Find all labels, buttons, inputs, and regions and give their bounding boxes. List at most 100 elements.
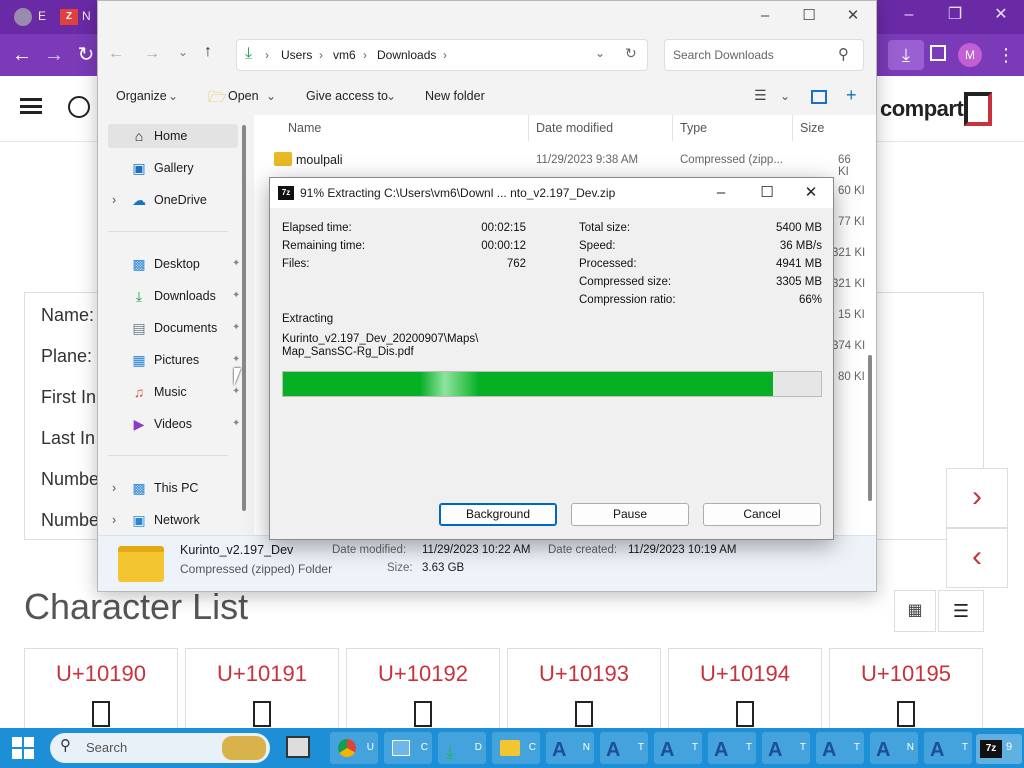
- breadcrumb-downloads[interactable]: Downloads: [377, 48, 436, 62]
- download-icon[interactable]: ⤓: [888, 40, 924, 70]
- refresh-icon[interactable]: ↻: [625, 45, 637, 62]
- column-header-type[interactable]: Type: [680, 121, 707, 135]
- globe-icon[interactable]: [68, 96, 90, 118]
- address-bar[interactable]: ⤓ › Users › vm6 › Downloads › ⌄ ↻: [236, 39, 648, 71]
- character-card[interactable]: U+10194: [668, 648, 822, 730]
- organize-menu[interactable]: Organize: [116, 89, 167, 103]
- sidebar-toggle-icon[interactable]: [930, 45, 946, 61]
- tab-label[interactable]: N: [82, 9, 91, 23]
- column-header-name[interactable]: Name: [288, 121, 321, 135]
- start-tile: [12, 737, 22, 747]
- new-folder-button[interactable]: New folder: [425, 89, 485, 103]
- profile-avatar[interactable]: M: [958, 43, 982, 67]
- taskbar-app-font-viewer[interactable]: AT: [654, 732, 702, 764]
- expand-chevron-icon[interactable]: ›: [112, 188, 116, 212]
- next-button[interactable]: ›: [946, 468, 1008, 528]
- character-card[interactable]: U+10195: [829, 648, 983, 730]
- taskbar-app-font-viewer[interactable]: AN: [870, 732, 918, 764]
- pin-icon[interactable]: ✦: [232, 284, 240, 308]
- previous-button[interactable]: ‹: [946, 528, 1008, 588]
- file-list-scrollbar[interactable]: [868, 355, 872, 501]
- nav-item-network[interactable]: › ▣ Network: [108, 508, 238, 532]
- add-icon[interactable]: +: [846, 85, 857, 106]
- taskbar-app-font-viewer[interactable]: AT: [816, 732, 864, 764]
- nav-scrollbar[interactable]: [242, 125, 246, 511]
- nav-item-downloads[interactable]: ⤓ Downloads ✦: [108, 284, 241, 308]
- folder-open-icon: 🗁: [208, 89, 227, 106]
- stat-label: Total size:: [579, 222, 631, 234]
- character-card[interactable]: U+10190: [24, 648, 178, 730]
- up-arrow-icon[interactable]: ↑: [204, 43, 212, 61]
- taskbar-app-font-viewer[interactable]: AT: [762, 732, 810, 764]
- nav-item-gallery[interactable]: ▣ Gallery: [108, 156, 238, 180]
- nav-item-home[interactable]: ⌂ Home: [108, 124, 238, 148]
- site-logo[interactable]: compart: [880, 96, 964, 122]
- taskbar-app-font-viewer[interactable]: AT: [600, 732, 648, 764]
- forward-arrow-icon[interactable]: →: [38, 34, 70, 76]
- recent-chevron-icon[interactable]: ⌄: [178, 45, 188, 59]
- nav-item-desktop[interactable]: ▩ Desktop ✦: [108, 252, 240, 276]
- taskbar-app-font-viewer[interactable]: AN: [546, 732, 594, 764]
- chevron-down-icon[interactable]: ⌄: [595, 46, 605, 60]
- expand-chevron-icon[interactable]: ›: [112, 508, 116, 532]
- expand-chevron-icon[interactable]: ›: [112, 476, 116, 500]
- file-size: 321 KI: [832, 278, 866, 290]
- taskbar-app-explorer[interactable]: C: [492, 732, 540, 764]
- forward-arrow-icon[interactable]: →: [144, 45, 160, 63]
- cancel-button[interactable]: Cancel: [703, 503, 821, 526]
- background-button[interactable]: Background: [439, 503, 557, 526]
- search-input[interactable]: Search Downloads: [664, 39, 864, 71]
- task-view-icon[interactable]: [286, 736, 310, 758]
- tab-favicon-icon[interactable]: Z: [60, 9, 78, 25]
- taskbar-app-font-viewer[interactable]: AT: [708, 732, 756, 764]
- pin-icon[interactable]: ✦: [232, 412, 240, 436]
- preview-pane-icon[interactable]: [811, 90, 827, 104]
- hamburger-menu-icon[interactable]: [20, 98, 42, 114]
- taskbar-app-chrome[interactable]: U: [330, 732, 378, 764]
- breadcrumb-vm6[interactable]: vm6: [333, 48, 356, 62]
- grid-view-icon[interactable]: ▦: [894, 590, 936, 632]
- file-row[interactable]: moulpali 11/29/2023 9:38 AM Compressed (…: [254, 149, 864, 178]
- column-header-date[interactable]: Date modified: [536, 121, 613, 135]
- start-button-icon[interactable]: [12, 737, 34, 759]
- dialog-title-bar[interactable]: 7z 91% Extracting C:\Users\vm6\Downl ...…: [270, 178, 833, 208]
- give-access-menu[interactable]: Give access to: [306, 89, 388, 103]
- view-options-icon[interactable]: ☰: [754, 87, 767, 104]
- back-arrow-icon[interactable]: ←: [6, 34, 38, 76]
- browser-close-icon[interactable]: ✕: [978, 0, 1024, 30]
- character-card[interactable]: U+10192: [346, 648, 500, 730]
- nav-item-music[interactable]: ♫ Music ✦: [108, 380, 241, 404]
- pin-icon[interactable]: ✦: [232, 252, 240, 276]
- maximize-icon[interactable]: ☐: [744, 178, 790, 208]
- nav-item-pictures[interactable]: ▦ Pictures ✦: [108, 348, 240, 372]
- nav-item-documents[interactable]: ▤ Documents ✦: [108, 316, 240, 340]
- pause-button[interactable]: Pause: [571, 503, 689, 526]
- open-menu[interactable]: Open: [228, 89, 259, 103]
- taskbar-app-downloads[interactable]: ⤓ D: [438, 732, 486, 764]
- breadcrumb-users[interactable]: Users: [281, 48, 312, 62]
- back-arrow-icon[interactable]: ←: [108, 45, 124, 63]
- list-view-icon[interactable]: ☰: [938, 590, 984, 632]
- minimize-icon[interactable]: –: [698, 178, 744, 208]
- tab-favicon-icon[interactable]: [14, 8, 32, 26]
- more-menu-icon[interactable]: ⋮: [990, 34, 1022, 76]
- character-card[interactable]: U+10191: [185, 648, 339, 730]
- chevron-down-icon[interactable]: ⌄: [780, 89, 790, 103]
- minimize-icon[interactable]: –: [742, 1, 788, 31]
- nav-item-onedrive[interactable]: › ☁ OneDrive: [108, 188, 238, 212]
- nav-item-this-pc[interactable]: › ▩ This PC: [108, 476, 238, 500]
- column-header-size[interactable]: Size: [800, 121, 824, 135]
- nav-item-label: Pictures: [154, 353, 200, 367]
- maximize-icon[interactable]: ☐: [786, 1, 832, 31]
- taskbar-app-7zip[interactable]: 7z 9: [976, 734, 1022, 764]
- taskbar-app-control-panel[interactable]: C: [384, 732, 432, 764]
- taskbar-app-font-viewer[interactable]: AT: [924, 732, 972, 764]
- close-icon[interactable]: ✕: [788, 178, 834, 208]
- pin-icon[interactable]: ✦: [232, 316, 240, 340]
- character-card[interactable]: U+10193: [507, 648, 661, 730]
- browser-minimize-icon[interactable]: –: [886, 0, 932, 30]
- close-icon[interactable]: ✕: [830, 1, 876, 31]
- browser-restore-icon[interactable]: ❐: [932, 0, 978, 30]
- nav-item-videos[interactable]: ▶ Videos ✦: [108, 412, 241, 436]
- tab-label[interactable]: E: [38, 9, 46, 23]
